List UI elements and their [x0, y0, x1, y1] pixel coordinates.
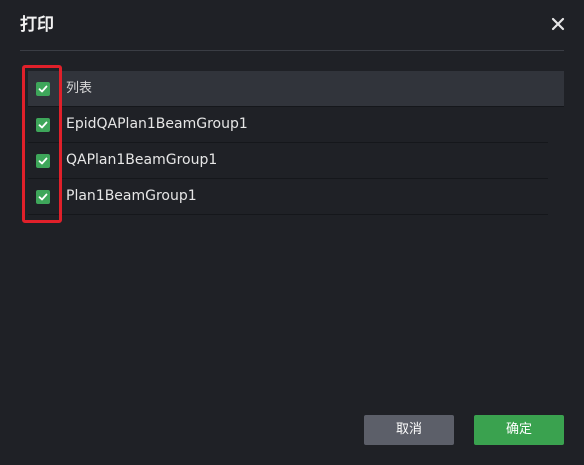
- close-icon[interactable]: [550, 16, 566, 32]
- row-label: QAPlan1BeamGroup1: [66, 152, 218, 168]
- select-all-checkbox[interactable]: [36, 82, 50, 96]
- row-checkbox[interactable]: [36, 118, 50, 132]
- print-dialog: 打印 列表 EpidQAPlan1BeamGroup1 QAPlan1BeamG…: [0, 0, 584, 465]
- row-checkbox[interactable]: [36, 154, 50, 168]
- table-row: QAPlan1BeamGroup1: [28, 143, 548, 179]
- title-divider: [20, 50, 564, 51]
- table-row: EpidQAPlan1BeamGroup1: [28, 107, 548, 143]
- row-label: Plan1BeamGroup1: [66, 188, 197, 204]
- row-checkbox[interactable]: [36, 190, 50, 204]
- table-row: Plan1BeamGroup1: [28, 179, 548, 215]
- table-header-row: 列表: [28, 71, 564, 107]
- cancel-button[interactable]: 取消: [364, 415, 454, 445]
- dialog-title: 打印: [20, 15, 54, 35]
- table-header-label: 列表: [66, 81, 93, 96]
- print-list-table: 列表 EpidQAPlan1BeamGroup1 QAPlan1BeamGrou…: [28, 71, 564, 215]
- ok-button[interactable]: 确定: [474, 415, 564, 445]
- row-label: EpidQAPlan1BeamGroup1: [66, 116, 248, 132]
